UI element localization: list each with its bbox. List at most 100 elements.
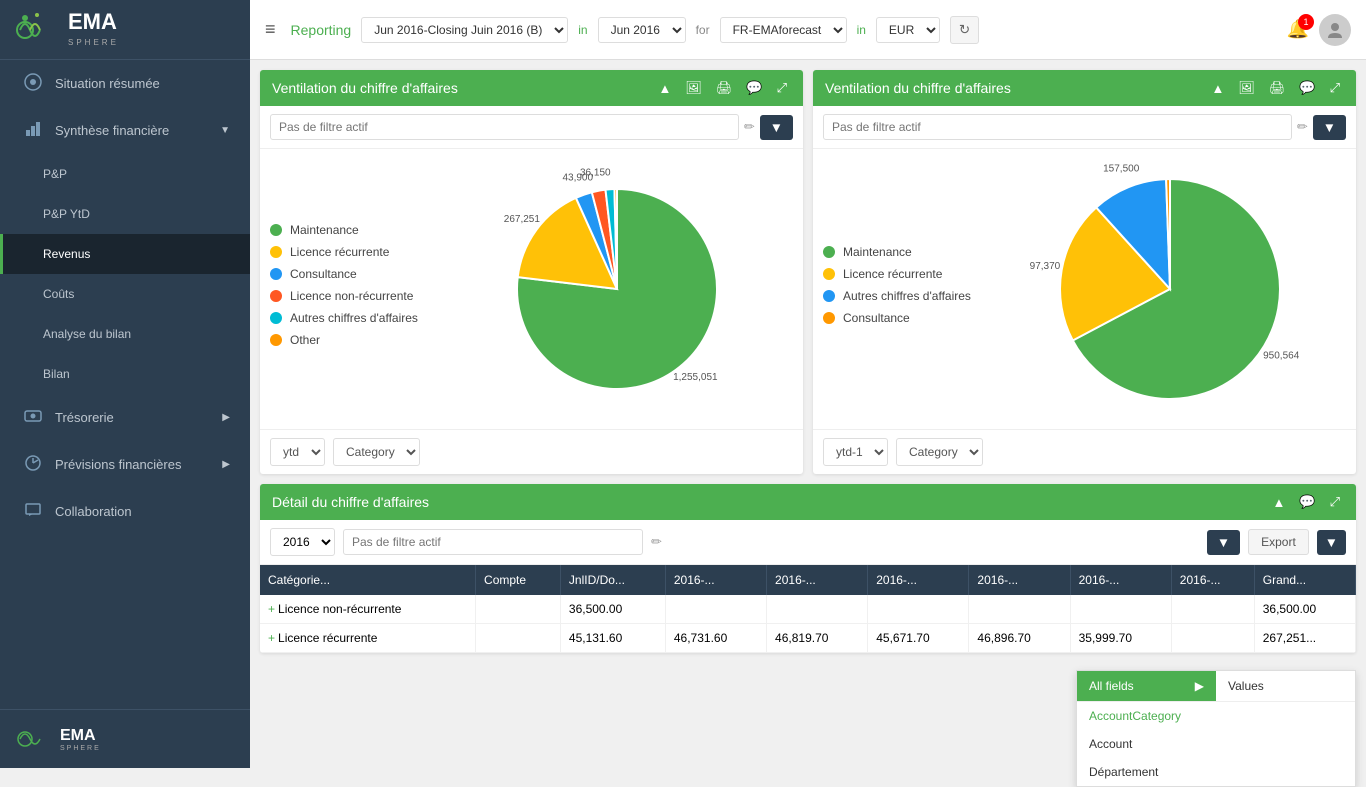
year-select[interactable]: 2016 bbox=[270, 528, 335, 556]
menu-icon[interactable]: ≡ bbox=[265, 19, 276, 40]
sidebar-label-revenus: Revenus bbox=[43, 247, 90, 261]
in-label-1: in bbox=[578, 23, 587, 37]
panel1-pie-svg: 1,255,051267,25143,90036,150 bbox=[487, 159, 747, 419]
panel2-print-btn[interactable]: 🖨 bbox=[1265, 78, 1290, 98]
table-column-header[interactable]: JnlID/Do... bbox=[560, 565, 665, 595]
situation-icon bbox=[23, 73, 43, 94]
detail-header: Détail du chiffre d'affaires ▲ 💬 ⤢ bbox=[260, 484, 1356, 520]
panel1-period-select[interactable]: ytd bbox=[270, 438, 325, 466]
panel1-filter-btn[interactable]: ▼ bbox=[760, 115, 793, 140]
reporting-label[interactable]: Reporting bbox=[291, 22, 352, 38]
panel2-period-select[interactable]: ytd-1 bbox=[823, 438, 888, 466]
sidebar-nav: Situation résumée Synthèse financière ▼ … bbox=[0, 60, 250, 709]
panel1-title: Ventilation du chiffre d'affaires bbox=[272, 80, 458, 96]
sidebar-label-analyse: Analyse du bilan bbox=[43, 327, 131, 341]
dropdown-item-account-category[interactable]: AccountCategory bbox=[1077, 702, 1355, 730]
refresh-button[interactable]: ↻ bbox=[950, 16, 979, 44]
period2-select[interactable]: Jun 2016 bbox=[598, 17, 686, 43]
sidebar-item-pp[interactable]: P&P bbox=[0, 154, 250, 194]
table-cell: 267,251... bbox=[1254, 624, 1355, 653]
panel1-category-select[interactable]: Category bbox=[333, 438, 420, 466]
panel1-print-btn[interactable]: 🖨 bbox=[712, 78, 737, 98]
table-column-header[interactable]: 2016-... bbox=[969, 565, 1070, 595]
table-cell: 35,999.70 bbox=[1070, 624, 1171, 653]
tresorerie-icon bbox=[23, 407, 43, 428]
panel2-filter-input[interactable] bbox=[823, 114, 1292, 140]
table-cell bbox=[476, 624, 561, 653]
sidebar-item-ppytd[interactable]: P&P YtD bbox=[0, 194, 250, 234]
table-cell bbox=[868, 595, 969, 624]
panel2-edit-icon[interactable]: ✏ bbox=[1297, 119, 1308, 135]
synthese-icon bbox=[23, 120, 43, 141]
panel1-expand-btn[interactable]: ⤢ bbox=[773, 78, 791, 98]
notification-button[interactable]: 🔔 1 bbox=[1287, 19, 1309, 40]
period-select[interactable]: Jun 2016-Closing Juin 2016 (B) bbox=[361, 17, 568, 43]
table-filter-btn[interactable]: ▼ bbox=[1207, 530, 1240, 555]
panel1-edit-icon[interactable]: ✏ bbox=[744, 119, 755, 135]
panel1-export-img-btn[interactable]: 🖼 bbox=[681, 78, 706, 98]
panel2-filter-btn[interactable]: ▼ bbox=[1313, 115, 1346, 140]
sidebar: EMA SPHERE Situation résumée Synthèse fi… bbox=[0, 0, 250, 768]
table-column-header[interactable]: Grand... bbox=[1254, 565, 1355, 595]
dropdown-item-departement[interactable]: Département bbox=[1077, 758, 1355, 786]
detail-comment-btn[interactable]: 💬 bbox=[1295, 492, 1319, 512]
panel2-collapse-btn[interactable]: ▲ bbox=[1208, 79, 1229, 98]
panel1-comment-btn[interactable]: 💬 bbox=[742, 78, 766, 98]
legend-item: Maintenance bbox=[823, 245, 983, 259]
export-button[interactable]: Export bbox=[1248, 529, 1309, 555]
all-fields-label[interactable]: All fields ▶ bbox=[1077, 671, 1216, 701]
currency-select[interactable]: EUR bbox=[876, 17, 940, 43]
sidebar-item-analyse[interactable]: Analyse du bilan bbox=[0, 314, 250, 354]
sidebar-item-collaboration[interactable]: Collaboration bbox=[0, 488, 250, 535]
table-cell: 45,131.60 bbox=[560, 624, 665, 653]
user-avatar[interactable] bbox=[1319, 14, 1351, 46]
sidebar-item-situation[interactable]: Situation résumée bbox=[0, 60, 250, 107]
sidebar-item-tresorerie[interactable]: Trésorerie ▶ bbox=[0, 394, 250, 441]
detail-collapse-btn[interactable]: ▲ bbox=[1269, 493, 1290, 512]
entity-select[interactable]: FR-EMAforecast bbox=[720, 17, 847, 43]
detail-expand-btn[interactable]: ⤢ bbox=[1326, 492, 1344, 512]
table-filter-input[interactable] bbox=[343, 529, 643, 555]
synthese-arrow: ▼ bbox=[220, 125, 230, 136]
table-column-header[interactable]: Catégorie... bbox=[260, 565, 476, 595]
table-column-header[interactable]: Compte bbox=[476, 565, 561, 595]
table-column-header[interactable]: 2016-... bbox=[1070, 565, 1171, 595]
panel2-comment-btn[interactable]: 💬 bbox=[1295, 78, 1319, 98]
notification-badge: 1 bbox=[1298, 14, 1314, 30]
sidebar-item-bilan[interactable]: Bilan bbox=[0, 354, 250, 394]
table-filter-icon: ▼ bbox=[1217, 535, 1230, 550]
ema-logo-icon bbox=[15, 10, 60, 50]
table-cell bbox=[767, 595, 868, 624]
sidebar-item-couts[interactable]: Coûts bbox=[0, 274, 250, 314]
detail-panel: Détail du chiffre d'affaires ▲ 💬 ⤢ 2016 … bbox=[260, 484, 1356, 653]
sidebar-bottom: EMA SPHERE bbox=[0, 709, 250, 768]
row-expand-btn[interactable]: + bbox=[268, 631, 275, 645]
dropdown-item-account[interactable]: Account bbox=[1077, 730, 1355, 758]
table-row: +Licence non-récurrente36,500.0036,500.0… bbox=[260, 595, 1356, 624]
table-column-header[interactable]: 2016-... bbox=[665, 565, 766, 595]
panel2-legend: MaintenanceLicence récurrenteAutres chif… bbox=[823, 245, 983, 333]
panel2-category-select[interactable]: Category bbox=[896, 438, 983, 466]
charts-row: Ventilation du chiffre d'affaires ▲ 🖼 🖨 … bbox=[260, 70, 1356, 474]
sidebar-label-tresorerie: Trésorerie bbox=[55, 410, 114, 425]
pie-label: 1,255,051 bbox=[673, 372, 718, 383]
panel2-chart-area: MaintenanceLicence récurrenteAutres chif… bbox=[813, 149, 1356, 429]
tresorerie-arrow: ▶ bbox=[222, 412, 230, 423]
row-expand-btn[interactable]: + bbox=[268, 602, 275, 616]
export-arrow-button[interactable]: ▼ bbox=[1317, 530, 1346, 555]
table-column-header[interactable]: 2016-... bbox=[1171, 565, 1254, 595]
panel1-collapse-btn[interactable]: ▲ bbox=[655, 79, 676, 98]
table-toolbar: 2016 ✏ ▼ Export ▼ bbox=[260, 520, 1356, 565]
sidebar-item-revenus[interactable]: Revenus bbox=[0, 234, 250, 274]
table-cell: 45,671.70 bbox=[868, 624, 969, 653]
panel2-expand-btn[interactable]: ⤢ bbox=[1326, 78, 1344, 98]
panel2-export-img-btn[interactable]: 🖼 bbox=[1234, 78, 1259, 98]
sidebar-item-previsions[interactable]: Prévisions financières ▶ bbox=[0, 441, 250, 488]
table-cell: 36,500.00 bbox=[560, 595, 665, 624]
panel1-filter-input[interactable] bbox=[270, 114, 739, 140]
table-column-header[interactable]: 2016-... bbox=[868, 565, 969, 595]
sidebar-item-synthese[interactable]: Synthèse financière ▼ bbox=[0, 107, 250, 154]
table-column-header[interactable]: 2016-... bbox=[767, 565, 868, 595]
table-edit-icon[interactable]: ✏ bbox=[651, 534, 662, 550]
legend-item: Maintenance bbox=[270, 223, 430, 237]
